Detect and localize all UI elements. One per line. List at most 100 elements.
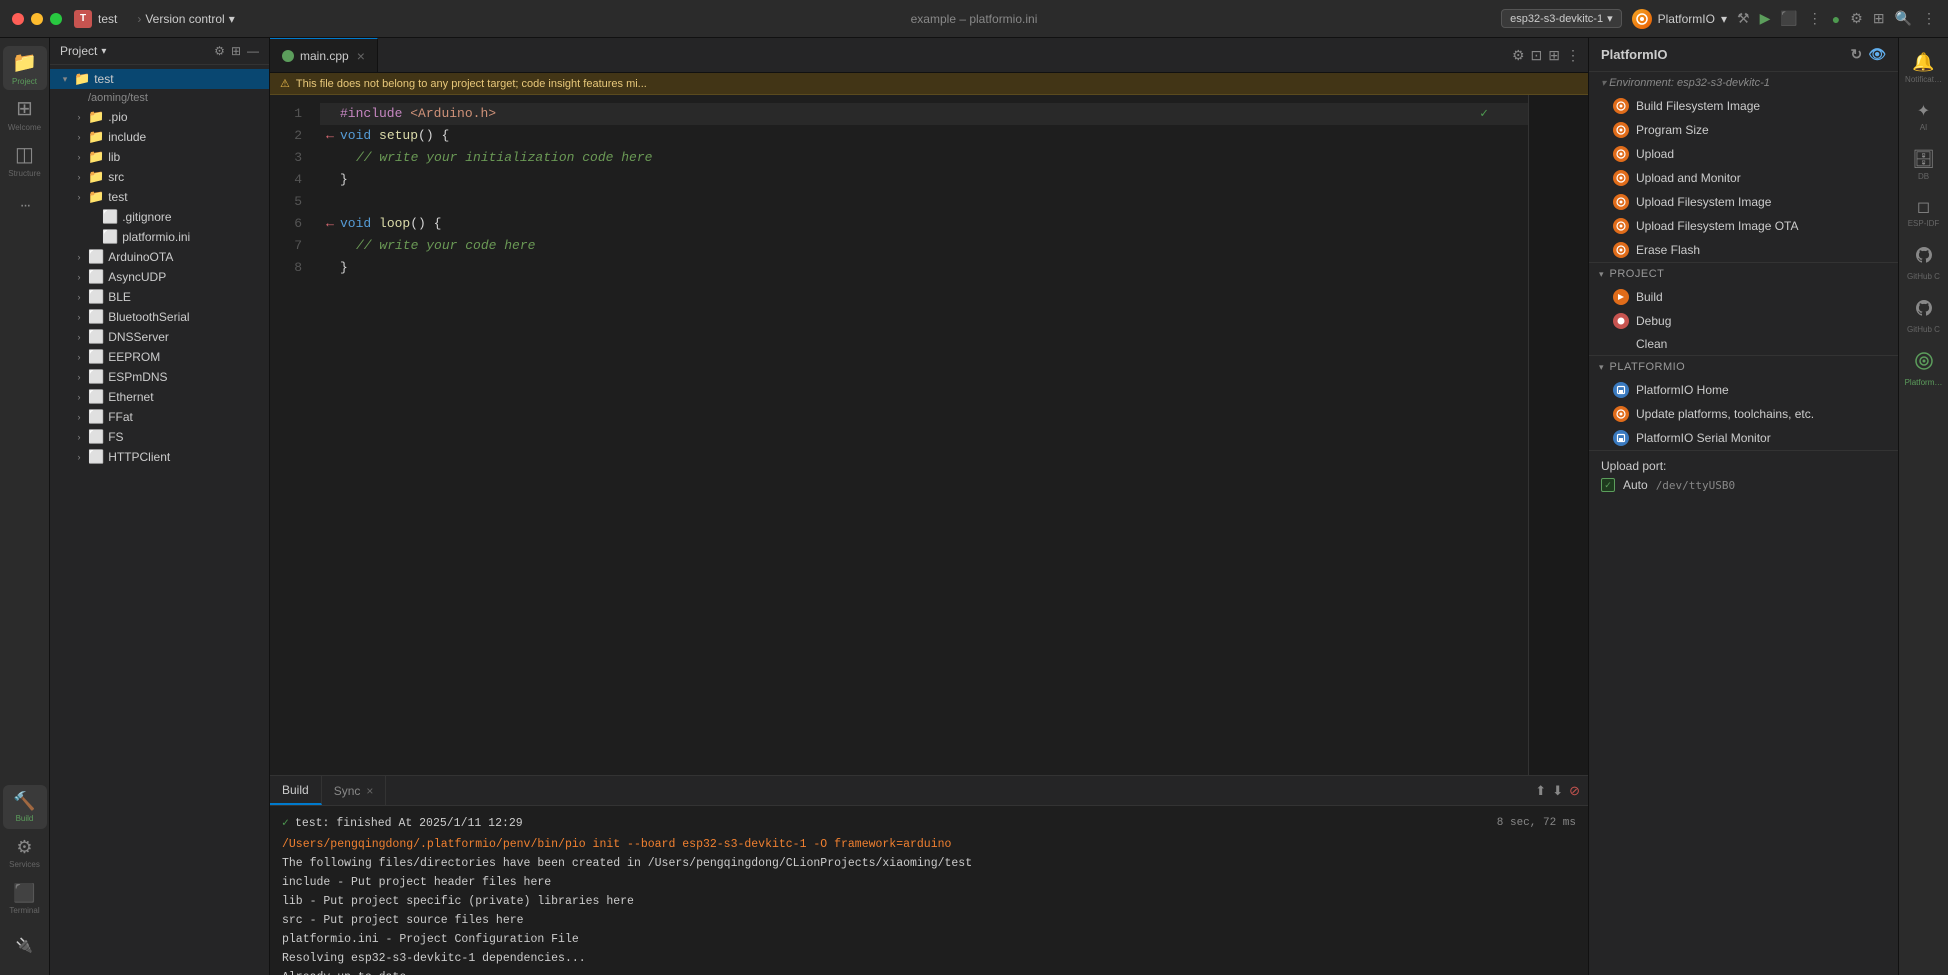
editor-more-icon[interactable]: ⋮ bbox=[1566, 47, 1580, 64]
search-icon[interactable]: 🔍 bbox=[1895, 10, 1912, 27]
sidebar-item-github-c2[interactable]: GitHub C bbox=[1902, 292, 1946, 341]
tree-item-fs[interactable]: › ⬜ FS bbox=[50, 427, 269, 447]
tree-item-dnsserver[interactable]: › ⬜ DNSServer bbox=[50, 327, 269, 347]
pio-project-build[interactable]: Build bbox=[1589, 285, 1898, 309]
tree-item-bluetoothserial[interactable]: › ⬜ BluetoothSerial bbox=[50, 307, 269, 327]
tab-sync-close-icon[interactable]: × bbox=[366, 784, 373, 798]
tree-item-eeprom[interactable]: › ⬜ EEPROM bbox=[50, 347, 269, 367]
pio-platformio-section: ▾ PlatformIO PlatformIO Home Update plat… bbox=[1589, 356, 1898, 451]
pio-build-fs-image[interactable]: Build Filesystem Image bbox=[1589, 94, 1898, 118]
device-selector[interactable]: esp32-s3-devkitc-1 ▾ bbox=[1501, 9, 1621, 28]
more-actions-icon[interactable]: ⋮ bbox=[1808, 10, 1822, 27]
sidebar-item-ai[interactable]: ✦ AI bbox=[1902, 95, 1946, 139]
sidebar-item-terminal[interactable]: ⬛ Terminal bbox=[3, 877, 47, 921]
sidebar-item-plugins[interactable]: 🔌 bbox=[3, 923, 47, 967]
sidebar-item-more[interactable]: ··· bbox=[3, 184, 47, 228]
token-brace-1: } bbox=[340, 169, 348, 191]
layout-icon[interactable]: ⊞ bbox=[1873, 10, 1885, 27]
sidebar-item-esp-idf[interactable]: ◻ ESP-IDF bbox=[1902, 191, 1946, 235]
tree-item-httpclient[interactable]: › ⬜ HTTPClient bbox=[50, 447, 269, 467]
tree-item-ethernet[interactable]: › ⬜ Ethernet bbox=[50, 387, 269, 407]
tree-item-arduinoota[interactable]: › ⬜ ArduinoOTA bbox=[50, 247, 269, 267]
upload-port-section: Upload port: ✓ Auto /dev/ttyUSB0 bbox=[1589, 451, 1898, 500]
tree-item-espmDNS[interactable]: › ⬜ ESPmDNS bbox=[50, 367, 269, 387]
lib-icon: ⬜ bbox=[88, 389, 104, 405]
sidebar-item-platformio-right[interactable]: Platform… bbox=[1902, 345, 1946, 394]
auto-checkbox[interactable]: ✓ bbox=[1601, 478, 1615, 492]
tree-label: DNSServer bbox=[108, 330, 169, 344]
pio-home[interactable]: PlatformIO Home bbox=[1589, 378, 1898, 402]
clear-icon[interactable]: ⊘ bbox=[1569, 783, 1580, 799]
project-selector[interactable]: T test bbox=[74, 10, 117, 28]
code-content[interactable]: #include <Arduino.h> ✓ ← void setup () { bbox=[312, 95, 1528, 775]
build-output: ✓ test: finished At 2025/1/11 12:29 8 se… bbox=[270, 806, 1588, 975]
pio-program-size[interactable]: Program Size bbox=[1589, 118, 1898, 142]
more-options-icon[interactable]: ⋮ bbox=[1922, 10, 1936, 27]
maximize-button[interactable] bbox=[50, 13, 62, 25]
scroll-top-icon[interactable]: ⬆ bbox=[1535, 783, 1546, 799]
gear-icon[interactable]: ⚙ bbox=[214, 44, 225, 58]
code-editor[interactable]: 1 2 3 4 5 6 7 8 #include <Arduino.h> bbox=[270, 95, 1588, 775]
collapse-icon[interactable]: — bbox=[247, 44, 259, 58]
hammer-icon[interactable]: ⚒ bbox=[1737, 10, 1750, 27]
minimize-button[interactable] bbox=[31, 13, 43, 25]
sidebar-item-build[interactable]: 🔨 Build bbox=[3, 785, 47, 829]
refresh-icon[interactable]: ↻ bbox=[1850, 46, 1862, 63]
sidebar-item-services[interactable]: ⚙ Services bbox=[3, 831, 47, 875]
sidebar-item-notifications[interactable]: 🔔 Notificat… bbox=[1902, 46, 1946, 91]
tab-main-cpp[interactable]: main.cpp × bbox=[270, 38, 378, 72]
sidebar-item-welcome[interactable]: ⊞ Welcome bbox=[3, 92, 47, 136]
expand-icon: › bbox=[72, 350, 86, 364]
sidebar-item-github-c1[interactable]: GitHub C bbox=[1902, 239, 1946, 288]
tab-build[interactable]: Build bbox=[270, 776, 322, 805]
editor-settings-icon[interactable]: ⚙ bbox=[1512, 47, 1525, 64]
settings-icon[interactable]: ⚙ bbox=[1850, 10, 1863, 27]
expand-icon[interactable]: ⊞ bbox=[231, 44, 241, 58]
pio-icon bbox=[1613, 289, 1629, 305]
editor-split-icon[interactable]: ⊞ bbox=[1548, 47, 1560, 64]
sidebar-item-project[interactable]: 📁 Project bbox=[3, 46, 47, 90]
pio-project-section-header[interactable]: ▾ Project bbox=[1589, 263, 1898, 285]
pio-project-debug[interactable]: Debug bbox=[1589, 309, 1898, 333]
expand-icon: › bbox=[72, 410, 86, 424]
version-control-button[interactable]: Version control ▾ bbox=[145, 12, 234, 26]
tree-label: EEPROM bbox=[108, 350, 160, 364]
github-c1-label: GitHub C bbox=[1907, 273, 1940, 282]
sidebar-item-db[interactable]: 🗄 DB bbox=[1902, 143, 1946, 188]
editor-expand-icon[interactable]: ⊡ bbox=[1531, 47, 1543, 64]
pio-upload[interactable]: Upload bbox=[1589, 142, 1898, 166]
tree-item-asyncudp[interactable]: › ⬜ AsyncUDP bbox=[50, 267, 269, 287]
pio-upload-fs-ota[interactable]: Upload Filesystem Image OTA bbox=[1589, 214, 1898, 238]
pio-item-label: PlatformIO Serial Monitor bbox=[1636, 431, 1771, 445]
close-button[interactable] bbox=[12, 13, 24, 25]
pio-upload-fs[interactable]: Upload Filesystem Image bbox=[1589, 190, 1898, 214]
tree-item-platformio-ini[interactable]: ⬜ platformio.ini bbox=[50, 227, 269, 247]
platformio-panel-title: PlatformIO bbox=[1601, 47, 1667, 62]
platformio-button[interactable]: PlatformIO ▾ bbox=[1632, 9, 1727, 29]
tab-sync[interactable]: Sync × bbox=[322, 776, 387, 805]
tree-item-src[interactable]: › 📁 src bbox=[50, 167, 269, 187]
pio-project-clean[interactable]: Clean bbox=[1589, 333, 1898, 355]
pio-upload-monitor[interactable]: Upload and Monitor bbox=[1589, 166, 1898, 190]
database-icon: 🗄 bbox=[1912, 149, 1935, 170]
pio-serial-monitor[interactable]: PlatformIO Serial Monitor bbox=[1589, 426, 1898, 450]
tree-item-test-root[interactable]: ▾ 📁 test bbox=[50, 69, 269, 89]
stop-icon[interactable]: ⬛ bbox=[1780, 10, 1797, 27]
pio-platformio-section-header[interactable]: ▾ PlatformIO bbox=[1589, 356, 1898, 378]
tree-item-ble[interactable]: › ⬜ BLE bbox=[50, 287, 269, 307]
tree-item-test-sub[interactable]: › 📁 test bbox=[50, 187, 269, 207]
tree-item-include[interactable]: › 📁 include bbox=[50, 127, 269, 147]
tree-item-gitignore[interactable]: ⬜ .gitignore bbox=[50, 207, 269, 227]
tree-item-lib[interactable]: › 📁 lib bbox=[50, 147, 269, 167]
run-icon[interactable]: ▶ bbox=[1760, 10, 1771, 27]
tree-item-aoming-path: /aoming/test bbox=[50, 89, 269, 107]
scroll-bottom-icon[interactable]: ⬇ bbox=[1552, 783, 1563, 799]
pio-update-platforms[interactable]: Update platforms, toolchains, etc. bbox=[1589, 402, 1898, 426]
tab-close-button[interactable]: × bbox=[357, 48, 365, 64]
pio-erase-flash[interactable]: Erase Flash bbox=[1589, 238, 1898, 262]
sidebar-item-structure[interactable]: ◫ Structure bbox=[3, 138, 47, 182]
tree-item-pio[interactable]: › 📁 .pio bbox=[50, 107, 269, 127]
project-panel: Project ▾ ⚙ ⊞ — ▾ 📁 test /aoming/test › bbox=[50, 38, 270, 975]
tree-item-ffat[interactable]: › ⬜ FFat bbox=[50, 407, 269, 427]
eye-icon[interactable]: 👁 bbox=[1868, 46, 1886, 63]
